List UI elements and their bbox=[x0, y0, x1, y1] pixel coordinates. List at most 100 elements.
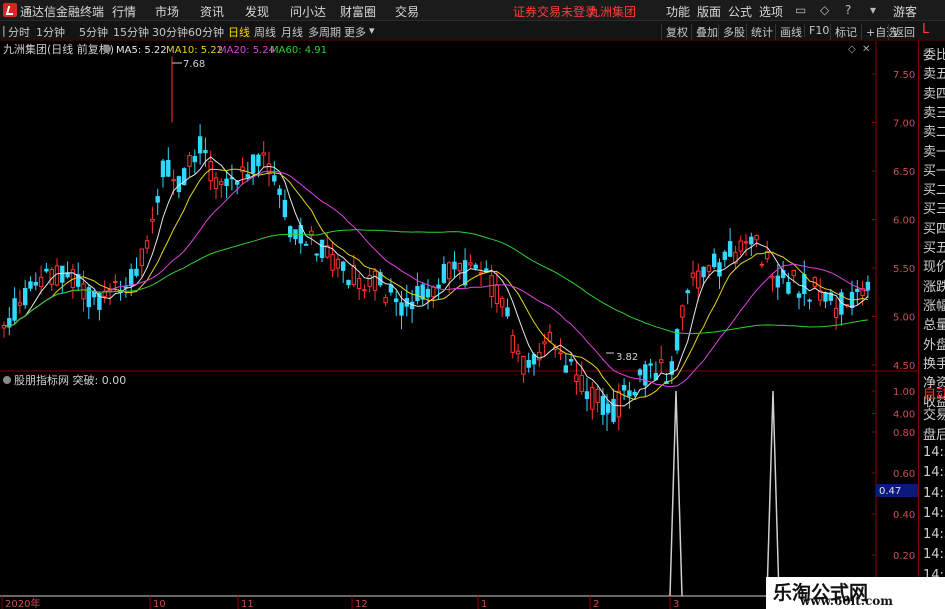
multi-stock-button[interactable]: 多股 bbox=[718, 24, 745, 40]
menu-item-news[interactable]: 资讯 bbox=[200, 3, 224, 20]
indicator-spike bbox=[766, 390, 780, 597]
draw-line-button[interactable]: 画线 bbox=[775, 24, 802, 40]
stats-button[interactable]: 统计 bbox=[746, 24, 773, 40]
candle-body bbox=[727, 241, 733, 257]
candle-body bbox=[542, 341, 547, 345]
candle-body bbox=[632, 391, 637, 396]
panel-collapse-icon[interactable]: ◇ bbox=[848, 44, 856, 55]
sidebar-quote-field: 涨幅 bbox=[923, 298, 945, 314]
candle-body bbox=[621, 384, 627, 391]
high-label: 7.68 bbox=[183, 59, 205, 70]
candle-body bbox=[611, 398, 616, 422]
candle-body bbox=[865, 281, 871, 291]
candle-body bbox=[277, 188, 282, 195]
candle-body bbox=[521, 356, 526, 375]
candle-body bbox=[346, 279, 351, 286]
menu-bar: 通达信金融终端 行情 市场 资讯 发现 问小达 财富圈 交易 证券交易未登录 九… bbox=[0, 0, 945, 21]
period-30min[interactable]: 30分钟 bbox=[152, 24, 188, 40]
chart-area[interactable]: 九洲集团(日线 前复权) MA5: 5.22 MA10: 5.22 MA20: … bbox=[0, 41, 918, 609]
candle-body bbox=[266, 163, 272, 175]
candle-body bbox=[717, 262, 722, 277]
period-60min[interactable]: 60分钟 bbox=[188, 24, 224, 40]
menu-item-function[interactable]: 功能 bbox=[666, 3, 690, 20]
x-axis-label: 12 bbox=[355, 599, 368, 609]
f10-button[interactable]: F10 bbox=[804, 24, 829, 37]
candlestick-series bbox=[1, 56, 871, 431]
main-y-tick-label: 6.50 bbox=[893, 167, 915, 178]
menu-item-markets[interactable]: 市场 bbox=[155, 3, 179, 20]
back-button[interactable]: 返回 bbox=[888, 24, 915, 40]
sidebar-quote-field: 总量 bbox=[923, 318, 945, 334]
period-monthly[interactable]: 月线 bbox=[281, 24, 303, 40]
period-weekly[interactable]: 周线 bbox=[254, 24, 276, 40]
menu-item-wealth[interactable]: 财富圈 bbox=[340, 3, 376, 20]
candle-body bbox=[473, 264, 478, 269]
menu-item-trade[interactable]: 交易 bbox=[395, 3, 419, 20]
candle-body bbox=[203, 150, 208, 154]
candle-body bbox=[219, 181, 224, 186]
main-panel-title: 九洲集团(日线 前复权) bbox=[3, 42, 114, 56]
panel-settings-icon[interactable] bbox=[103, 45, 111, 53]
menu-item-ask[interactable]: 问小达 bbox=[290, 3, 326, 20]
restore-icon[interactable]: ▭ bbox=[795, 3, 806, 17]
overlay-button[interactable]: 叠加 bbox=[691, 24, 718, 40]
period-5min[interactable]: 5分钟 bbox=[79, 24, 108, 40]
level2-indicator[interactable]: L bbox=[922, 22, 929, 37]
main-y-axis: 7.50 7.00 6.50 6.00 5.50 5.00 4.50 4.00 bbox=[872, 70, 915, 421]
candle-body bbox=[574, 374, 579, 383]
candle-body bbox=[452, 261, 457, 270]
sidebar-quote-field: 买二 bbox=[923, 183, 945, 199]
mark-button[interactable]: 标记 bbox=[830, 24, 857, 40]
period-15min[interactable]: 15分钟 bbox=[113, 24, 149, 40]
period-intraday[interactable]: 分时 bbox=[8, 24, 30, 40]
candle-body bbox=[303, 243, 309, 246]
chart-toolbar: | 分时 1分钟 5分钟 15分钟 30分钟 60分钟 日线 周线 月线 多周期… bbox=[0, 21, 945, 41]
ma60-line bbox=[3, 229, 868, 335]
candle-body bbox=[855, 288, 860, 293]
sidebar-quote-field: 卖三 bbox=[923, 105, 945, 121]
sidebar-tick-time: 14:56 bbox=[923, 465, 945, 480]
adjust-button[interactable]: 复权 bbox=[661, 24, 688, 40]
sidebar-quote-field: 换手 bbox=[923, 356, 945, 372]
trade-login-status[interactable]: 证券交易未登录 bbox=[513, 3, 597, 20]
period-daily[interactable]: 日线 bbox=[228, 24, 250, 40]
menu-item-layout[interactable]: 版面 bbox=[697, 3, 721, 20]
candle-body bbox=[81, 283, 86, 300]
candle-body bbox=[558, 351, 563, 355]
sidebar-quote-field: 现价 bbox=[923, 260, 945, 276]
settings-icon[interactable]: ◇ bbox=[820, 3, 829, 17]
panel-close-icon[interactable]: ✕ bbox=[862, 44, 870, 55]
ma20-label: MA20: 5.24 bbox=[218, 45, 275, 56]
candle-body bbox=[425, 288, 431, 298]
ma5-line bbox=[3, 156, 869, 407]
menu-item-discover[interactable]: 发现 bbox=[245, 3, 269, 20]
menu-item-options[interactable]: 选项 bbox=[759, 3, 783, 20]
candle-body bbox=[155, 196, 160, 203]
period-multi[interactable]: 多周期 bbox=[308, 24, 341, 40]
menu-item-formula[interactable]: 公式 bbox=[728, 3, 752, 20]
ma5-label: MA5: 5.22 bbox=[116, 45, 167, 56]
low-marker: 3.82 bbox=[606, 352, 638, 363]
candle-body bbox=[431, 286, 436, 298]
sub-y-tick-label: 0.60 bbox=[893, 469, 915, 480]
sub-panel-settings-icon[interactable] bbox=[3, 376, 11, 384]
indicator-spike bbox=[669, 390, 683, 597]
help-icon[interactable]: ? bbox=[845, 3, 851, 17]
period-more[interactable]: 更多 bbox=[344, 24, 366, 40]
candle-body bbox=[250, 154, 256, 174]
candle-body bbox=[33, 281, 38, 286]
sidebar-tick-time: 14:56 bbox=[923, 526, 945, 542]
sidebar-quote-field: 买一 bbox=[923, 163, 945, 179]
user-guest[interactable]: 游客 bbox=[893, 3, 917, 20]
more-dropdown-icon[interactable]: ▾ bbox=[369, 24, 375, 37]
menu-down-icon[interactable]: ▾ bbox=[870, 3, 876, 17]
period-1min[interactable]: 1分钟 bbox=[36, 24, 65, 40]
candle-body bbox=[399, 302, 404, 316]
menu-item-market[interactable]: 行情 bbox=[112, 3, 136, 20]
toolbar-left-arrow-icon[interactable]: | bbox=[2, 24, 6, 37]
candle-body bbox=[690, 272, 696, 278]
candle-body bbox=[510, 335, 516, 353]
candle-body bbox=[595, 388, 600, 403]
candle-body bbox=[134, 268, 139, 276]
candle-body bbox=[28, 281, 33, 289]
